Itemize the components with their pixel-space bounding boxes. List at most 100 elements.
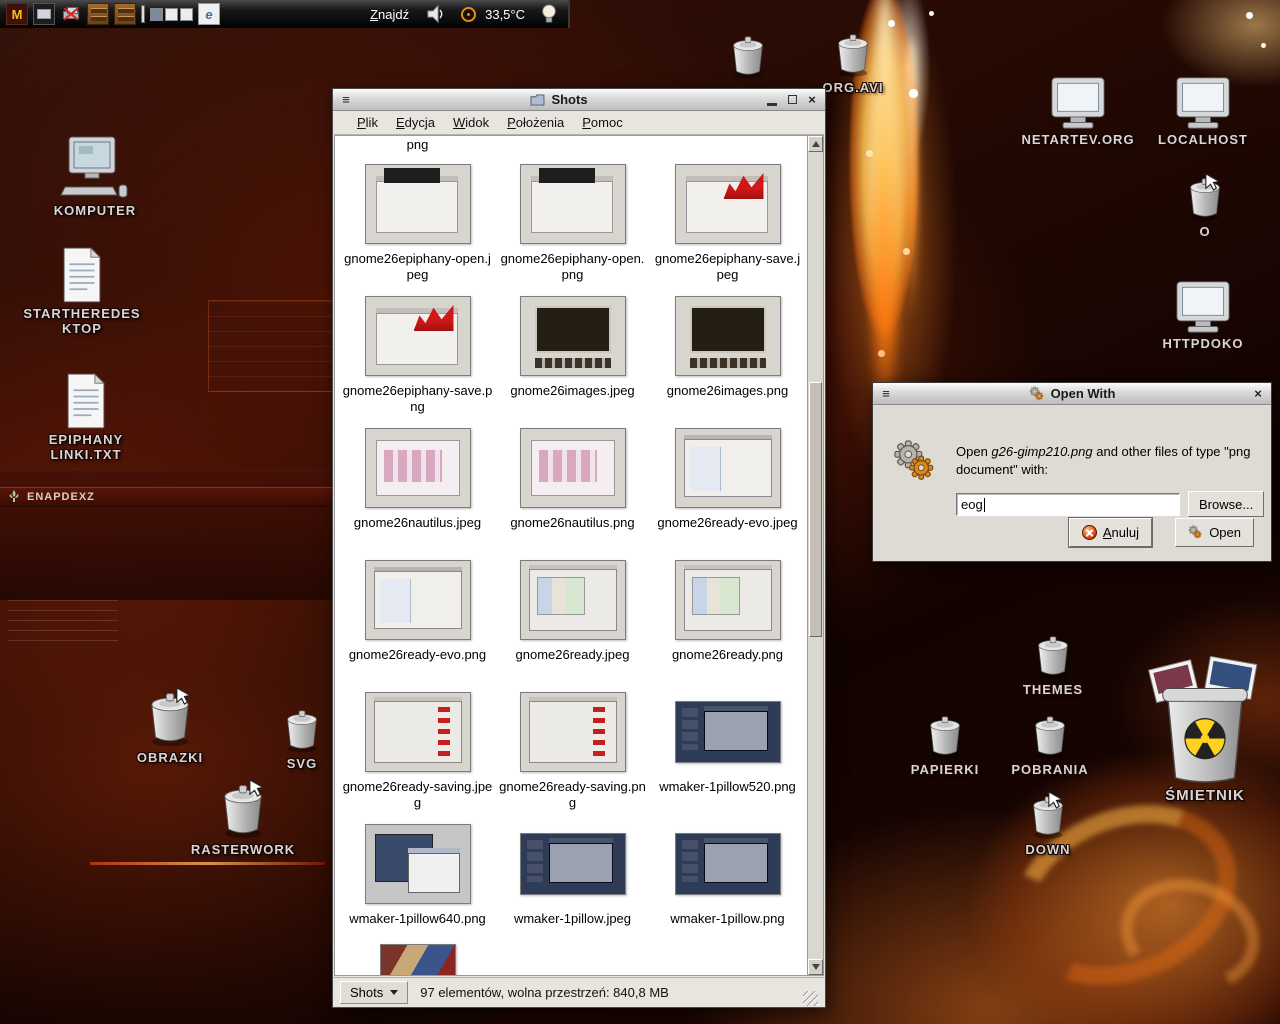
- scroll-down-button[interactable]: [808, 959, 823, 975]
- file-item[interactable]: gnome26nautilus.png: [495, 422, 650, 554]
- dialog-message: Open g26-gimp210.png and other files of …: [956, 443, 1264, 479]
- panel-handle[interactable]: [141, 5, 145, 23]
- file-item[interactable]: gnome26epiphany-open.jpeg: [340, 158, 495, 290]
- file-name: gnome26images.png: [653, 383, 803, 399]
- desktop-icon[interactable]: NETARTEV.ORG: [1018, 74, 1138, 148]
- find-button[interactable]: Znajdź: [370, 7, 409, 22]
- file-name: gnome26ready-saving.jpeg: [343, 779, 493, 812]
- menu-item[interactable]: Edycja: [387, 112, 444, 133]
- file-thumbnail: [365, 554, 471, 646]
- open-button[interactable]: Open: [1175, 518, 1254, 547]
- file-item[interactable]: gnome26ready.jpeg: [495, 554, 650, 686]
- file-item[interactable]: gnome26nautilus.jpeg: [340, 422, 495, 554]
- thumbnail-image: [365, 560, 471, 640]
- dialog-titlebar[interactable]: ≡ Open With: [873, 383, 1271, 405]
- workspace-1[interactable]: [150, 8, 163, 21]
- window-menu-button[interactable]: ≡: [336, 91, 356, 109]
- desktop-icon-image: [830, 32, 876, 78]
- file-item[interactable]: gnome26epiphany-open.png: [495, 158, 650, 290]
- cancel-button[interactable]: Anuluj: [1069, 518, 1152, 547]
- file-item[interactable]: wmaker-1pillow.png: [650, 818, 805, 950]
- file-item[interactable]: gnome26ready.png: [650, 554, 805, 686]
- desktop-icon[interactable]: [688, 34, 808, 83]
- thumbnail-image: [365, 296, 471, 376]
- screen-icon: [37, 9, 51, 19]
- file-item[interactable]: gnome26images.jpeg: [495, 290, 650, 422]
- browse-button[interactable]: Browse...: [1188, 491, 1264, 517]
- desktop-icon[interactable]: THEMES: [993, 634, 1113, 698]
- workspace-2[interactable]: [165, 8, 178, 21]
- desktop-icon-image: [141, 690, 199, 748]
- lightbulb-icon[interactable]: [540, 3, 558, 25]
- file-item[interactable]: gnome26ready-saving.jpeg: [340, 686, 495, 818]
- file-thumbnail: [675, 422, 781, 514]
- desktop-icon-label: DOWN: [1025, 843, 1070, 858]
- file-item[interactable]: wmaker-1pillow640.png: [340, 818, 495, 950]
- desktop-icon[interactable]: OBRAZKI: [110, 690, 230, 766]
- file-name: gnome26images.jpeg: [498, 383, 648, 399]
- file-name: gnome26epiphany-open.jpeg: [343, 251, 493, 284]
- close-button[interactable]: ×: [1248, 385, 1268, 403]
- shortcut-arrow-icon: [174, 686, 193, 705]
- minimize-button[interactable]: [762, 91, 782, 109]
- menu-item[interactable]: Plik: [348, 112, 387, 133]
- printer-launcher[interactable]: [60, 3, 82, 25]
- desktop-icon[interactable]: KOMPUTER: [35, 135, 155, 219]
- shots-titlebar[interactable]: ≡ Shots ×: [333, 89, 825, 111]
- desktop-icon-image: [725, 34, 771, 80]
- file-item[interactable]: wmaker-1pillow520.png: [650, 686, 805, 818]
- file-name: gnome26ready-saving.png: [498, 779, 648, 812]
- thumbnail-image: [380, 944, 456, 976]
- desktop-icon[interactable]: PAPIERKI: [885, 714, 1005, 778]
- file-item[interactable]: gnome26epiphany-save.png: [340, 290, 495, 422]
- desktop-icon[interactable]: ŚMIETNIK: [1135, 656, 1275, 804]
- file-item[interactable]: wmaker-1pillow.jpeg: [495, 818, 650, 950]
- file-thumbnail: [365, 158, 471, 250]
- file-item-partial-top[interactable]: png: [340, 137, 495, 152]
- file-item[interactable]: gnome26epiphany-save.jpeg: [650, 158, 805, 290]
- m-app-launcher[interactable]: M: [6, 3, 28, 25]
- epiphany-launcher[interactable]: e: [198, 3, 220, 25]
- file-item[interactable]: gnome26ready-saving.png: [495, 686, 650, 818]
- menu-item[interactable]: Położenia: [498, 112, 573, 133]
- app-command-input[interactable]: eog: [956, 493, 1180, 516]
- volume-icon[interactable]: [426, 4, 446, 24]
- scroll-up-button[interactable]: [808, 136, 823, 152]
- workspace-3[interactable]: [180, 8, 193, 21]
- document-icon: [61, 372, 111, 430]
- workspace-pager[interactable]: [150, 8, 193, 21]
- file-item[interactable]: gnome26ready-evo.jpeg: [650, 422, 805, 554]
- screen-launcher[interactable]: [33, 3, 55, 25]
- desktop-icon[interactable]: STARTHEREDES KTOP: [22, 246, 142, 337]
- menu-item[interactable]: Widok: [444, 112, 498, 133]
- clock-icon[interactable]: [461, 7, 476, 22]
- vertical-scrollbar[interactable]: [807, 136, 823, 975]
- menu-item[interactable]: Pomoc: [573, 112, 631, 133]
- file-thumbnail: [520, 290, 626, 382]
- drawer-launcher-2[interactable]: [114, 3, 136, 25]
- desktop-icon[interactable]: LOCALHOST: [1143, 74, 1263, 148]
- close-button[interactable]: ×: [802, 91, 822, 109]
- drawer-launcher-1[interactable]: [87, 3, 109, 25]
- desktop-icon[interactable]: RASTERWORK: [183, 782, 303, 858]
- desktop-icon[interactable]: O: [1145, 176, 1265, 240]
- window-menu-button[interactable]: ≡: [876, 385, 896, 403]
- bucket-icon: [830, 32, 876, 78]
- location-dropdown-button[interactable]: Shots: [340, 981, 408, 1004]
- desktop-icon[interactable]: HTTPDOKO: [1143, 278, 1263, 352]
- desktop-icon[interactable]: POBRANIA: [990, 714, 1110, 778]
- scrollbar-thumb[interactable]: [809, 382, 822, 637]
- desktop-icon[interactable]: ORG.AVI: [793, 32, 913, 96]
- shaded-window-titlebar[interactable]: ENAPDEXZ: [0, 487, 332, 507]
- desktop-icon[interactable]: EPIPHANY LINKI.TXT: [26, 372, 146, 463]
- bucket-icon: [725, 34, 771, 80]
- file-item[interactable]: gnome26ready-evo.png: [340, 554, 495, 686]
- bucket-icon: [279, 708, 325, 754]
- file-item-partial-bottom[interactable]: [340, 944, 495, 976]
- file-item[interactable]: gnome26images.png: [650, 290, 805, 422]
- menubar: PlikEdycjaWidokPołożeniaPomoc: [334, 111, 824, 135]
- desktop-icon[interactable]: DOWN: [988, 794, 1108, 858]
- resize-grip[interactable]: [803, 991, 818, 1006]
- file-name: wmaker-1pillow520.png: [653, 779, 803, 795]
- window-title: Shots: [551, 92, 587, 107]
